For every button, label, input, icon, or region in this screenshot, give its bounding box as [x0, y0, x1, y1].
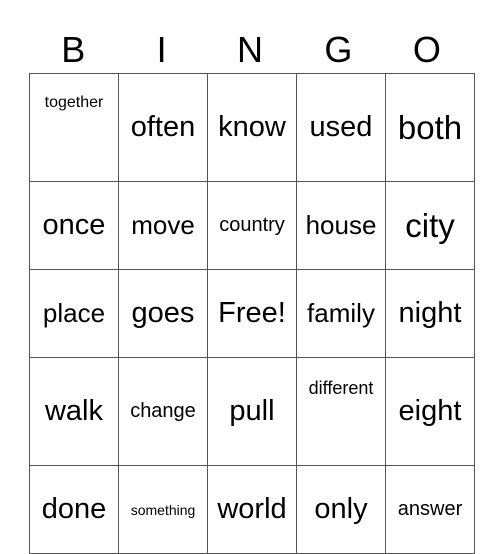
card-cell[interactable]: move: [118, 181, 208, 270]
card-cell[interactable]: pull: [207, 357, 297, 466]
card-cell[interactable]: together: [29, 73, 119, 182]
card-cell[interactable]: done: [29, 465, 119, 554]
card-cell[interactable]: know: [207, 73, 297, 182]
card-cell[interactable]: used: [296, 73, 386, 182]
card-cell[interactable]: house: [296, 181, 386, 270]
card-cell[interactable]: place: [29, 269, 119, 358]
card-cell[interactable]: goes: [118, 269, 208, 358]
card-cell[interactable]: world: [207, 465, 297, 554]
header-letter-b: B: [61, 29, 86, 70]
bingo-header: B I N G O: [29, 28, 471, 72]
card-cell[interactable]: often: [118, 73, 208, 182]
header-letter-g: G: [324, 29, 353, 70]
card-cell[interactable]: night: [385, 269, 475, 358]
card-row: place goes Free! family night: [29, 269, 475, 358]
card-cell[interactable]: different: [296, 357, 386, 466]
header-letter-i: I: [156, 29, 167, 70]
card-row: once move country house city: [29, 181, 475, 270]
card-cell[interactable]: something: [118, 465, 208, 554]
bingo-card: together often know used both once move …: [29, 73, 475, 554]
card-row: together often know used both: [29, 73, 475, 182]
card-cell[interactable]: country: [207, 181, 297, 270]
header-letter-o: O: [412, 29, 441, 70]
card-cell[interactable]: eight: [385, 357, 475, 466]
card-cell[interactable]: once: [29, 181, 119, 270]
card-cell[interactable]: family: [296, 269, 386, 358]
card-cell[interactable]: answer: [385, 465, 475, 554]
header-letter-n: N: [237, 29, 264, 70]
card-cell[interactable]: walk: [29, 357, 119, 466]
card-row: walk change pull different eight: [29, 357, 475, 466]
card-cell free-space[interactable]: Free!: [207, 269, 297, 358]
card-cell[interactable]: both: [385, 73, 475, 182]
card-cell[interactable]: city: [385, 181, 475, 270]
card-cell[interactable]: change: [118, 357, 208, 466]
card-cell[interactable]: only: [296, 465, 386, 554]
card-row: done something world only answer: [29, 465, 475, 554]
